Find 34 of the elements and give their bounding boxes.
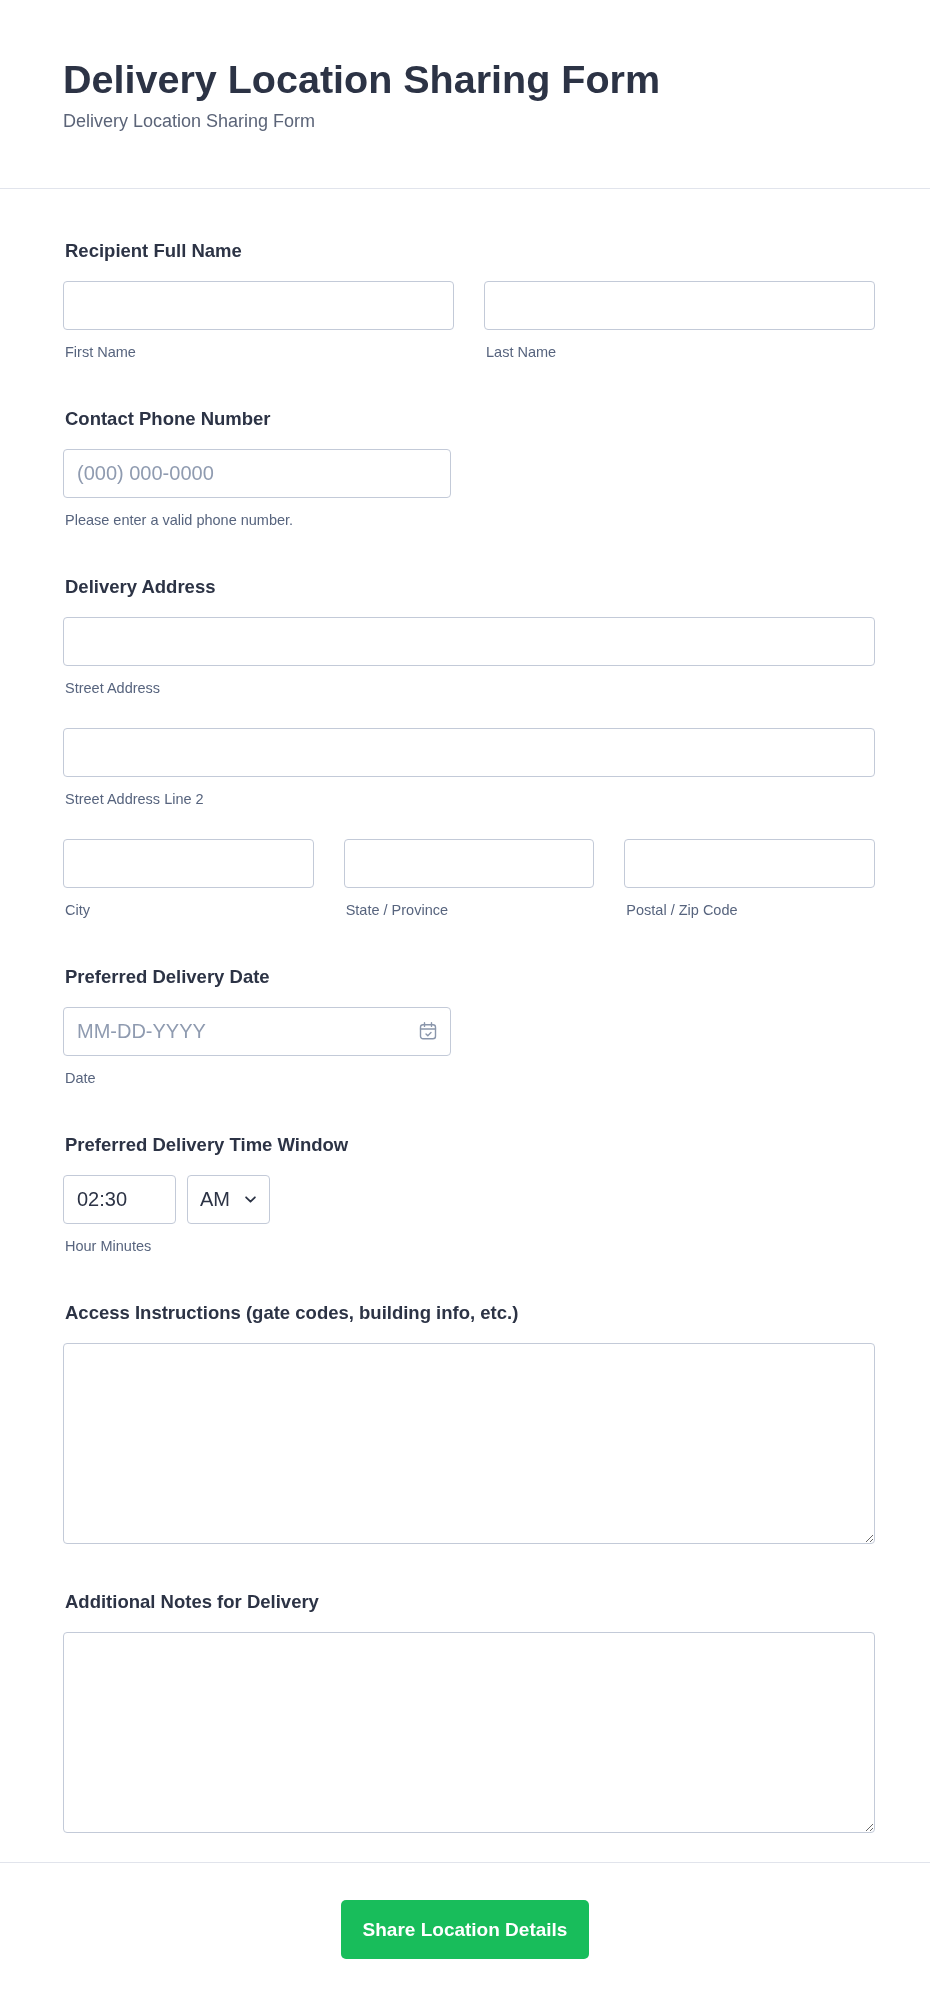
input-field[interactable] (63, 281, 454, 330)
form-title: Delivery Location Sharing Form (63, 56, 660, 103)
input-field[interactable] (343, 839, 595, 888)
field-caption: Street Address Line 2 (65, 790, 204, 808)
caret-icon (245, 1196, 256, 1203)
field-caption: Postal / Zip Code (626, 901, 738, 919)
textarea-field[interactable] (63, 1632, 875, 1833)
field-label: Recipient Full Name (65, 240, 242, 262)
field-label: Delivery Address (65, 576, 216, 598)
field-caption: City (65, 901, 90, 919)
time-field[interactable]: 02:30 (63, 1175, 176, 1224)
input-field[interactable] (63, 728, 875, 777)
textarea-field[interactable] (63, 1343, 875, 1544)
phone-field[interactable]: (000) 000-0000 (63, 449, 451, 498)
field-label: Contact Phone Number (65, 408, 271, 430)
input-field[interactable] (484, 281, 875, 330)
date-field[interactable]: MM-DD-YYYY (63, 1007, 451, 1056)
field-label: Preferred Delivery Time Window (65, 1134, 349, 1156)
field-caption: Street Address (65, 679, 161, 697)
field-caption: Date (65, 1069, 96, 1087)
form-subtitle: Delivery Location Sharing Form (63, 110, 316, 132)
field-caption: State / Province (345, 901, 448, 919)
input-field[interactable] (63, 839, 314, 888)
field-label: Additional Notes for Delivery (65, 1591, 319, 1613)
field-caption: Hour Minutes (65, 1237, 152, 1255)
field-label: Access Instructions (gate codes, building info, etc.) (65, 1302, 519, 1324)
period-select[interactable]: AM (187, 1175, 270, 1224)
field-label: Preferred Delivery Date (65, 966, 270, 988)
hint-text: Please enter a valid phone number. (65, 511, 294, 529)
calendar-icon[interactable] (419, 1022, 437, 1040)
input-field[interactable] (624, 839, 875, 888)
input-field[interactable] (63, 617, 875, 666)
field-caption: First Name (65, 343, 136, 361)
field-caption: Last Name (486, 343, 557, 361)
